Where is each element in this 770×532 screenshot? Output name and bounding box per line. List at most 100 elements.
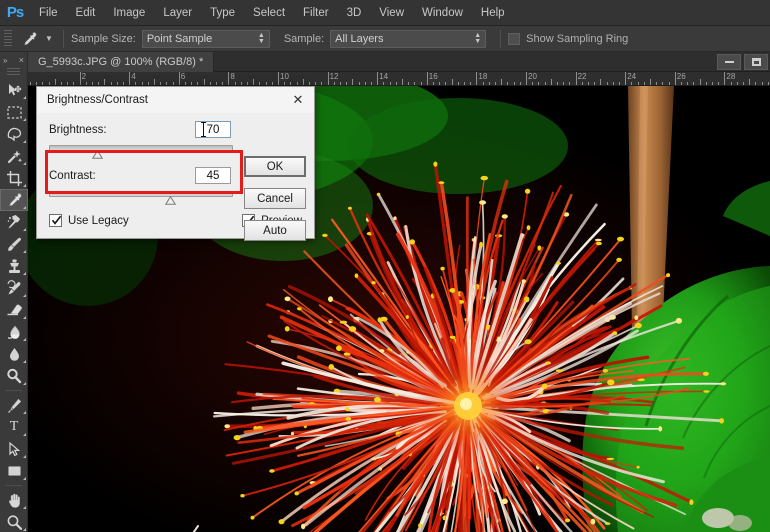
ruler-minor-tick (123, 81, 124, 85)
dialog-title-bar[interactable]: Brightness/Contrast ✕ (37, 87, 314, 113)
brightness-slider[interactable] (49, 145, 233, 159)
flower-anther (689, 499, 694, 506)
eraser-tool[interactable] (0, 299, 28, 321)
minimize-button[interactable] (717, 54, 741, 70)
hand-tool[interactable] (0, 489, 28, 511)
flower-anther (521, 279, 526, 283)
toolbox-divider-2 (5, 485, 22, 486)
rectangular-marquee-tool[interactable] (0, 101, 28, 123)
blur-tool[interactable] (0, 343, 28, 365)
dodge-tool[interactable] (0, 365, 28, 387)
crop-tool[interactable] (0, 167, 28, 189)
dialog-title: Brightness/Contrast (47, 94, 148, 106)
close-icon[interactable]: ✕ (290, 92, 306, 108)
ruler-minor-tick (631, 81, 633, 85)
horizontal-type-tool[interactable]: T (0, 416, 28, 438)
photoshop-window: Ps File Edit Image Layer Type Select Fil… (0, 0, 770, 532)
options-bar-grip[interactable] (4, 29, 12, 48)
flower-anther (409, 239, 415, 245)
history-brush-tool[interactable] (0, 277, 28, 299)
auto-button[interactable]: Auto (244, 220, 306, 241)
menu-view[interactable]: View (370, 0, 413, 26)
ruler-minor-tick (668, 81, 670, 85)
toolbox-close-icon[interactable]: × (19, 55, 24, 65)
ruler-minor-tick (718, 81, 720, 85)
brush-tool[interactable] (0, 233, 28, 255)
ruler-tick-label: 6 (180, 72, 186, 81)
document-tab[interactable]: G_5993c.JPG @ 100% (RGB/8) * (28, 52, 215, 72)
flower-anther (556, 261, 561, 265)
flower-anther (702, 371, 709, 376)
show-sampling-ring-checkbox[interactable] (508, 32, 521, 45)
contrast-input[interactable]: 45 (195, 167, 231, 184)
ruler-minor-tick (532, 81, 534, 85)
ruler-minor-tick (482, 81, 484, 85)
ruler-minor-tick (501, 79, 503, 85)
gradient-tool[interactable] (0, 321, 28, 343)
menu-type[interactable]: Type (201, 0, 244, 26)
spot-healing-brush-tool[interactable] (0, 211, 28, 233)
toolbox-collapse-icon[interactable]: » (3, 56, 7, 65)
ruler-minor-tick (253, 79, 255, 85)
menu-window[interactable]: Window (413, 0, 472, 26)
maximize-button[interactable] (744, 54, 768, 70)
flower-anther (634, 315, 639, 320)
eyedropper-tool[interactable] (0, 189, 28, 211)
ruler-minor-tick (420, 81, 422, 85)
options-divider-2 (500, 29, 502, 48)
contrast-value: 45 (206, 169, 220, 182)
brightness-input[interactable]: 70 (195, 121, 231, 138)
ruler-minor-tick (414, 81, 416, 85)
brightness-slider-thumb[interactable] (92, 150, 104, 159)
dialog-body: Brightness: 70 Contrast: 45 Use Legacy O… (37, 121, 314, 241)
menu-layer[interactable]: Layer (154, 0, 201, 26)
ruler-minor-tick (284, 81, 286, 85)
zoom-tool[interactable] (0, 511, 28, 532)
ruler-tick-label: 14 (379, 72, 389, 81)
lasso-tool[interactable] (0, 123, 28, 145)
magic-wand-tool[interactable] (0, 145, 28, 167)
ruler-minor-tick (135, 81, 137, 85)
sample-size-select[interactable]: Point Sample ▲ ▼ (141, 29, 270, 48)
pen-tool[interactable] (0, 394, 28, 416)
path-selection-tool[interactable] (0, 438, 28, 460)
tool-preset-chevron-down-icon[interactable]: ▼ (42, 28, 56, 50)
brightness-contrast-dialog[interactable]: Brightness/Contrast ✕ Brightness: 70 Con… (36, 86, 315, 241)
ok-button[interactable]: OK (244, 156, 306, 177)
flower-anther (379, 349, 385, 353)
ruler-minor-tick (73, 81, 75, 85)
menu-image[interactable]: Image (104, 0, 154, 26)
rectangle-shape-tool[interactable] (0, 460, 28, 482)
eyedropper-icon[interactable] (16, 28, 42, 50)
flower-anther (526, 225, 531, 231)
ruler-minor-tick (395, 81, 397, 85)
ruler-major-tick (476, 72, 478, 85)
menu-edit[interactable]: Edit (67, 0, 105, 26)
menu-help[interactable]: Help (472, 0, 514, 26)
menu-filter[interactable]: Filter (294, 0, 338, 26)
use-legacy-checkbox-box (49, 214, 62, 227)
sample-select[interactable]: All Layers ▲ ▼ (330, 29, 487, 48)
contrast-slider[interactable] (49, 191, 233, 205)
use-legacy-checkbox[interactable]: Use Legacy (49, 214, 129, 227)
ruler-minor-tick (736, 81, 738, 85)
toolbox-grip[interactable] (7, 68, 20, 76)
ruler-minor-tick (197, 81, 199, 85)
text-caret-icon (201, 122, 206, 137)
ruler-minor-tick (346, 81, 348, 85)
clone-stamp-tool[interactable] (0, 255, 28, 277)
ruler-minor-tick (172, 81, 174, 85)
menu-3d[interactable]: 3D (338, 0, 371, 26)
ruler-minor-tick (147, 81, 149, 85)
ruler-major-tick (228, 72, 230, 85)
ruler-minor-tick (606, 81, 608, 85)
move-tool[interactable] (0, 79, 28, 101)
ruler-minor-tick (470, 81, 472, 85)
brightness-slider-track[interactable] (49, 145, 233, 151)
contrast-slider-thumb[interactable] (164, 196, 176, 205)
menu-select[interactable]: Select (244, 0, 294, 26)
menu-file[interactable]: File (30, 0, 67, 26)
cancel-button[interactable]: Cancel (244, 188, 306, 209)
contrast-slider-track[interactable] (49, 191, 233, 197)
ruler-minor-tick (433, 81, 434, 85)
